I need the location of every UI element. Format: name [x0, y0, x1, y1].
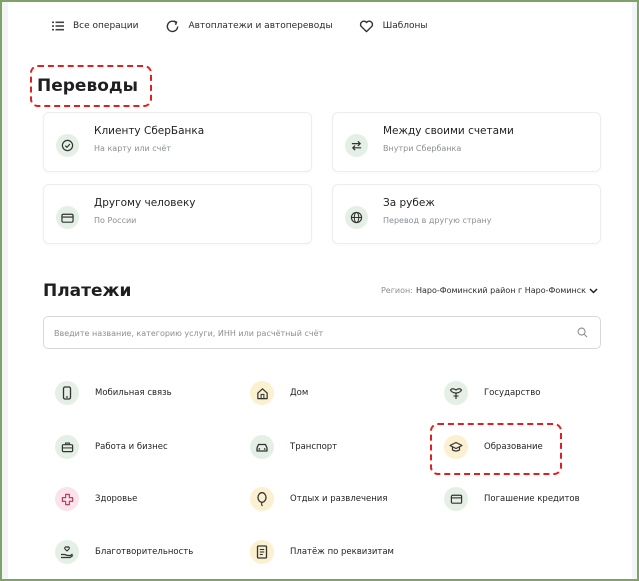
card-title: За рубеж: [383, 197, 435, 209]
region-selector[interactable]: Регион: Наро-Фоминский район г Наро-Фоми…: [381, 286, 598, 295]
region-label: Регион:: [380, 286, 413, 295]
page-content: Все операции Автоплатежи и автопереводы …: [8, 2, 632, 579]
category-label: Мобильная связь: [95, 388, 172, 398]
check-circle-icon: [56, 134, 79, 157]
charity-hand-icon: [55, 540, 79, 564]
search-icon[interactable]: [577, 327, 588, 338]
emblem-icon: [444, 381, 468, 405]
all-operations-label: Все операции: [73, 21, 139, 31]
templates-label: Шаблоны: [382, 21, 428, 31]
chevron-down-icon: [589, 287, 598, 294]
category-transport[interactable]: Транспорт: [250, 435, 337, 459]
card-subtitle: Перевод в другую страну: [383, 216, 492, 225]
category-label: Отдых и развлечения: [290, 494, 388, 504]
card-subtitle: На карту или счёт: [94, 144, 171, 153]
autopayments-link[interactable]: Автоплатежи и автопереводы: [165, 19, 333, 34]
wallet-icon: [444, 487, 468, 511]
region-value: Наро-Фоминский район г Наро-Фоминск: [415, 286, 586, 295]
transfer-card-own-accounts[interactable]: Между своими счетами Внутри Сбербанка: [332, 112, 601, 172]
card-title: Другому человеку: [94, 197, 196, 209]
transfer-card-sber-client[interactable]: Клиенту СберБанка На карту или счёт: [43, 112, 312, 172]
category-label: Транспорт: [290, 442, 338, 452]
category-label: Образование: [484, 442, 543, 452]
car-icon: [250, 435, 274, 459]
card-subtitle: Внутри Сбербанка: [383, 144, 462, 153]
category-health[interactable]: Здоровье: [55, 487, 137, 511]
document-icon: [250, 540, 274, 564]
globe-icon: [345, 206, 368, 229]
category-label: Дом: [290, 388, 309, 398]
templates-link[interactable]: Шаблоны: [359, 20, 428, 33]
category-label: Здоровье: [95, 494, 138, 504]
category-label: Работа и бизнес: [95, 442, 168, 452]
card-subtitle: По России: [94, 216, 137, 225]
heart-icon: [359, 20, 373, 32]
category-mobile[interactable]: Мобильная связь: [55, 381, 172, 405]
category-home[interactable]: Дом: [250, 381, 308, 405]
phone-icon: [55, 381, 79, 405]
graduation-cap-icon: [444, 435, 468, 459]
screenshot-frame: Все операции Автоплатежи и автопереводы …: [0, 0, 639, 581]
payments-title: Платежи: [43, 281, 132, 301]
category-label: Государство: [484, 388, 541, 398]
category-charity[interactable]: Благотворительность: [55, 540, 193, 564]
card-icon: [56, 206, 79, 229]
medical-cross-icon: [55, 487, 79, 511]
transfer-card-abroad[interactable]: За рубеж Перевод в другую страну: [332, 184, 601, 244]
category-government[interactable]: Государство: [444, 381, 540, 405]
refresh-icon: [166, 19, 178, 32]
transfer-card-other-person[interactable]: Другому человеку По России: [43, 184, 312, 244]
home-icon: [250, 381, 274, 405]
category-label: Платёж по реквизитам: [290, 547, 394, 557]
swap-arrows-icon: [345, 134, 368, 157]
category-label: Погашение кредитов: [484, 494, 580, 504]
card-title: Клиенту СберБанка: [94, 125, 205, 137]
all-operations-link[interactable]: Все операции: [52, 21, 139, 31]
category-leisure[interactable]: Отдых и развлечения: [250, 487, 387, 511]
briefcase-icon: [55, 435, 79, 459]
autopayments-label: Автоплатежи и автопереводы: [188, 21, 333, 31]
category-label: Благотворительность: [95, 547, 194, 557]
search-box: [43, 316, 601, 349]
list-icon: [52, 21, 64, 31]
search-input[interactable]: [54, 325, 564, 341]
category-payment-by-details[interactable]: Платёж по реквизитам: [250, 540, 394, 564]
top-toolbar: Все операции Автоплатежи и автопереводы …: [52, 14, 454, 38]
card-title: Между своими счетами: [383, 125, 514, 137]
balloon-icon: [250, 487, 274, 511]
category-loan-repayment[interactable]: Погашение кредитов: [444, 487, 580, 511]
transfers-title: Переводы: [37, 76, 138, 96]
category-work-business[interactable]: Работа и бизнес: [55, 435, 168, 459]
category-education[interactable]: Образование: [444, 435, 543, 459]
